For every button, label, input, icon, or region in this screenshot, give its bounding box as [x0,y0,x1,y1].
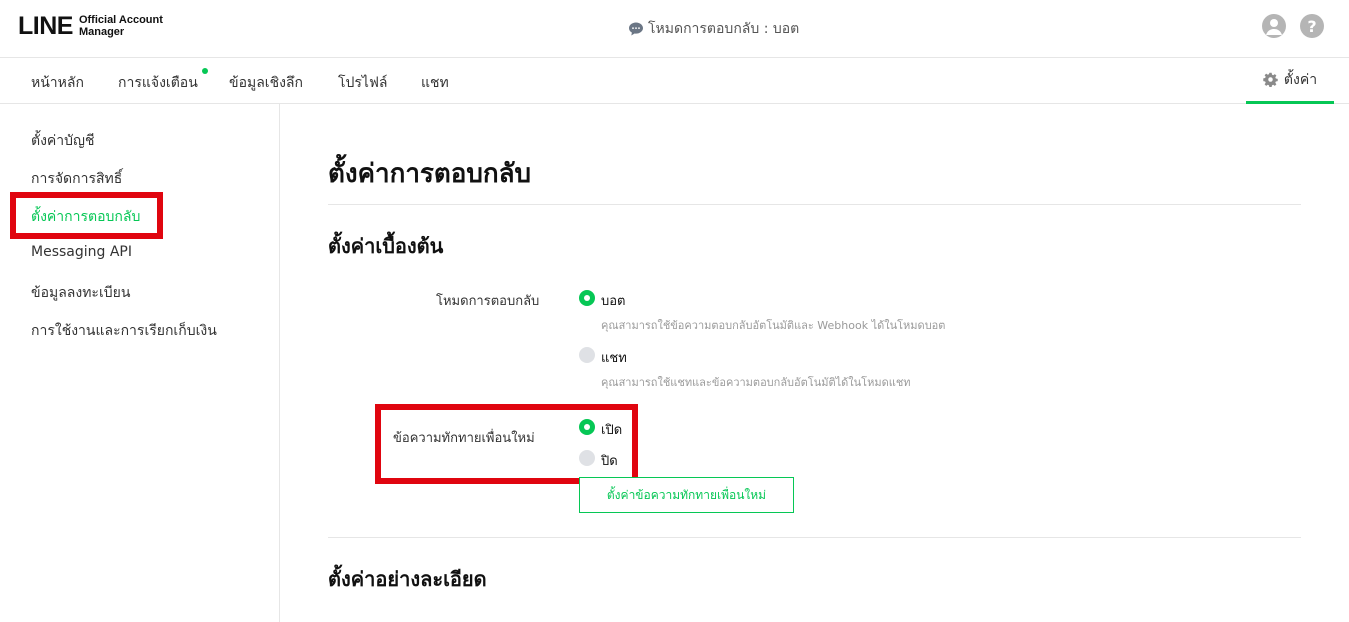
radio-chat-description: คุณสามารถใช้แชทและข้อความตอบกลับอัตโนมัต… [601,376,911,389]
nav-home[interactable]: หน้าหลัก [31,72,84,94]
radio-greeting-on[interactable] [579,419,595,435]
page-title: ตั้งค่าการตอบกลับ [328,159,532,189]
basic-settings-title: ตั้งค่าเบื้องต้น [328,234,444,258]
chat-bubble-icon [629,22,643,36]
radio-greeting-on-label[interactable]: เปิด [601,419,622,440]
reply-mode-indicator: โหมดการตอบกลับ : บอต [628,18,799,40]
sidebar-item-messaging-api[interactable]: Messaging API [31,244,132,260]
nav-settings[interactable]: ตั้งค่า [1246,58,1334,104]
top-bar: LINE Official Account Manager โหมดการตอบ… [0,0,1349,58]
gear-icon [1263,72,1278,87]
radio-bot-description: คุณสามารถใช้ข้อความตอบกลับอัตโนมัติและ W… [601,319,946,332]
radio-chat[interactable] [579,347,595,363]
logo-subtitle-line1: Official Account [78,14,163,26]
divider [328,537,1301,538]
advanced-settings-title: ตั้งค่าอย่างละเอียด [328,567,487,591]
nav-chat[interactable]: แชท [421,72,449,94]
radio-greeting-off-label[interactable]: ปิด [601,450,618,471]
greeting-settings-button[interactable]: ตั้งค่าข้อความทักทายเพื่อนใหม่ [579,477,794,513]
sidebar-item-response-settings[interactable]: ตั้งค่าการตอบกลับ [31,206,140,228]
nav-settings-label: ตั้งค่า [1283,71,1318,88]
radio-bot[interactable] [579,290,595,306]
user-avatar-glyph [1266,19,1282,35]
main-nav: หน้าหลัก การแจ้งเตือน ข้อมูลเชิงลึก โปรไ… [0,58,1349,104]
reply-mode-label: โหมดการตอบกลับ [436,294,540,309]
user-icon[interactable] [1262,14,1286,38]
sidebar-item-usage-billing[interactable]: การใช้งานและการเรียกเก็บเงิน [31,320,217,342]
divider [328,204,1301,205]
radio-chat-label[interactable]: แชท [601,347,627,368]
help-icon[interactable]: ? [1300,14,1324,38]
logo-wordmark: LINE [18,12,73,40]
sidebar-item-permissions[interactable]: การจัดการสิทธิ์ [31,168,122,190]
logo-subtitle: Official Account Manager [79,14,163,38]
logo-subtitle-line2: Manager [78,26,125,38]
settings-sidebar: ตั้งค่าบัญชี การจัดการสิทธิ์ ตั้งค่าการต… [0,104,280,622]
reply-mode-text: โหมดการตอบกลับ : บอต [648,21,800,37]
sidebar-item-account-settings[interactable]: ตั้งค่าบัญชี [31,130,94,152]
sidebar-item-registration-info[interactable]: ข้อมูลลงทะเบียน [31,282,130,304]
nav-profile[interactable]: โปรไฟล์ [338,72,387,94]
nav-notifications[interactable]: การแจ้งเตือน [118,72,198,94]
greeting-message-label: ข้อความทักทายเพื่อนใหม่ [393,431,535,446]
radio-bot-label[interactable]: บอต [601,290,626,311]
line-oa-manager-logo[interactable]: LINE Official Account Manager [18,12,163,40]
nav-insights[interactable]: ข้อมูลเชิงลึก [229,72,303,94]
notification-dot [202,68,208,74]
radio-greeting-off[interactable] [579,450,595,466]
